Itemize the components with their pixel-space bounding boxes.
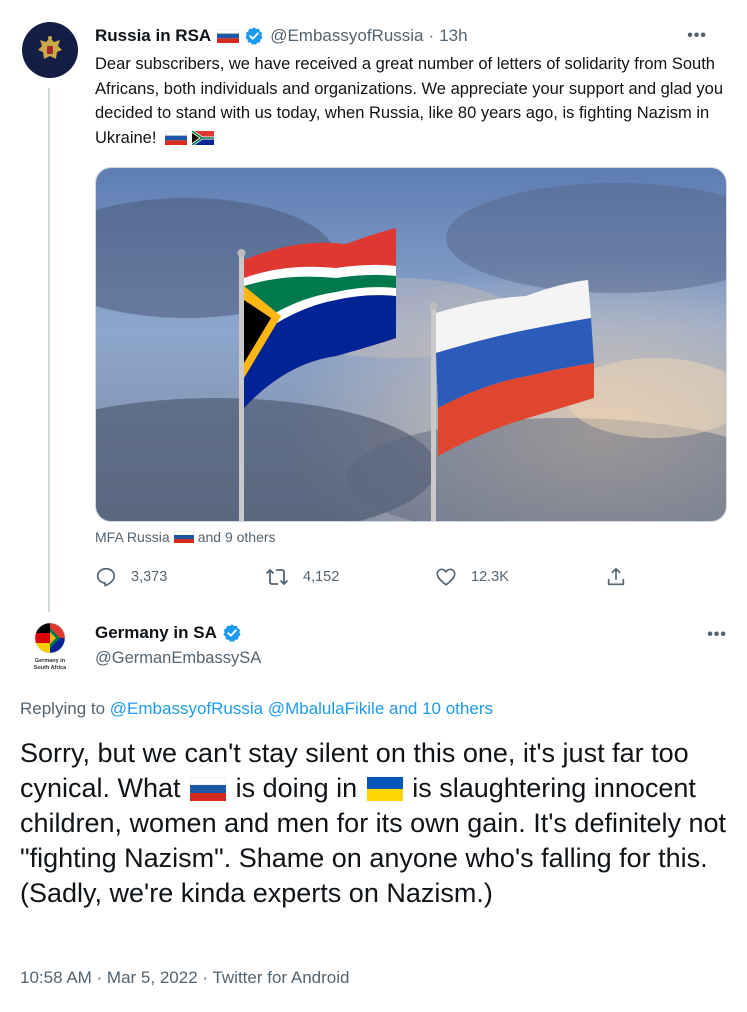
liked-by-row[interactable]: MFA Russia and 9 others [95,529,276,545]
coat-of-arms-icon [38,36,62,59]
avatar-caption: Germany in South Africa [22,658,78,671]
thread-connector-line [48,88,50,612]
tweet-text-part2: is doing in [235,773,358,803]
reply-button[interactable]: 3,373 [95,566,167,588]
liked-by-name[interactable]: MFA Russia [95,529,170,545]
share-icon [607,567,625,586]
like-icon [436,568,456,586]
avatar[interactable]: Germany in South Africa [22,616,78,676]
ukraine-flag-icon [366,777,403,801]
russia-flag-icon [173,531,194,543]
retweet-button[interactable]: 4,152 [265,566,339,588]
replying-to: Replying to @EmbassyofRussia @MbalulaFik… [20,699,493,719]
author-handle[interactable]: @EmbassyofRussia [270,26,423,46]
russia-flag-icon [217,29,240,43]
south-africa-flag-icon [191,131,214,146]
tweet-image[interactable] [95,167,727,522]
reply-count: 3,373 [131,569,168,585]
liked-by-others[interactable]: and 9 others [198,529,276,545]
tweet-author: Germany in SA [95,623,242,643]
russia-flag-icon [165,131,188,146]
avatar[interactable] [22,22,78,78]
author-handle[interactable]: @GermanEmbassySA [95,649,261,668]
russia-flag-icon [190,777,227,801]
tweet-actions: 3,373 4,152 12.3K [95,566,635,588]
tweet-time[interactable]: 13h [439,26,467,46]
more-options-icon[interactable]: ••• [687,27,707,45]
avatar-caption-line2: South Africa [33,664,67,671]
author-name[interactable]: Germany in SA [95,623,217,643]
tweet-text: Dear subscribers, we have received a gre… [95,52,727,150]
tweet-text: Sorry, but we can't stay silent on this … [20,736,732,911]
verified-icon [223,624,241,642]
like-count: 12.3K [471,569,509,585]
tweet-timestamp[interactable]: 10:58 AM · Mar 5, 2022 · Twitter for And… [20,968,349,988]
retweet-count: 4,152 [303,569,340,585]
share-button[interactable] [605,566,641,588]
replying-users-link[interactable]: @EmbassyofRussia @MbalulaFikile and 10 o… [110,699,493,718]
flags-photo [96,168,726,521]
verified-icon [245,27,263,45]
more-options-icon[interactable]: ••• [707,626,727,644]
tweet-header: Russia in RSA @EmbassyofRussia · 13h ••• [95,24,727,48]
reply-icon [96,567,116,587]
author-name[interactable]: Russia in RSA [95,26,211,46]
tweet-text-content: Dear subscribers, we have received a gre… [95,55,723,147]
like-button[interactable]: 12.3K [435,566,509,588]
retweet-icon [265,568,289,586]
separator-dot: · [428,26,435,45]
replying-prefix: Replying to [20,699,106,718]
